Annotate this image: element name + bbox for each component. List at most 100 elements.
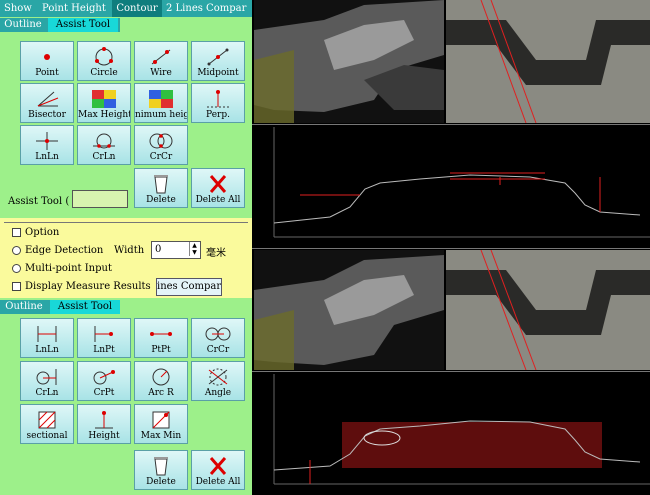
option-label: Option	[25, 227, 60, 238]
bisector-button[interactable]: Bisector	[20, 83, 74, 123]
height-button[interactable]: Height	[77, 404, 131, 444]
multipoint-radio[interactable]: Multi-point Input	[12, 263, 112, 274]
3d-view-bottom[interactable]	[254, 250, 444, 370]
line-line-button[interactable]: LnLn	[20, 125, 74, 165]
top-navigation: Show Point Height Contour 2 Lines Compar	[0, 0, 252, 17]
min-height-button[interactable]: nimum heig	[134, 83, 188, 123]
line-point-icon	[94, 326, 113, 342]
delete-button-2[interactable]: Delete	[134, 450, 188, 490]
lnpt-button[interactable]: LnPt	[77, 318, 131, 358]
nav-contour[interactable]: Contour	[112, 0, 162, 17]
max-height-label: Max Height	[78, 110, 130, 120]
delete-button-1[interactable]: Delete	[134, 168, 188, 208]
point-button[interactable]: Point	[20, 41, 74, 81]
crln-measure-label: CrLn	[35, 388, 59, 398]
multipoint-label: Multi-point Input	[25, 263, 112, 274]
options-panel: Option Edge Detection Width 0 ▲ ▼ 毫米 Mult…	[0, 218, 252, 298]
width-label: Width	[114, 245, 145, 256]
circle-line-button[interactable]: CrLn	[77, 125, 131, 165]
microscope-view-bottom[interactable]	[446, 250, 650, 370]
line-line-label: LnLn	[35, 152, 59, 162]
perpendicular-button[interactable]: Perp.	[191, 83, 245, 123]
crcr-measure-button[interactable]: CrCr	[191, 318, 245, 358]
circle-line-measure-icon	[36, 369, 57, 385]
arc-radius-button[interactable]: Arc R	[134, 361, 188, 401]
bisector-label: Bisector	[28, 110, 66, 120]
sectional-button[interactable]: sectional	[20, 404, 74, 444]
delete-label-2: Delete	[146, 477, 176, 487]
tab-outline-2[interactable]: Outline	[0, 300, 48, 314]
line-line-measure-icon	[37, 326, 57, 342]
angle-label: Angle	[204, 388, 232, 398]
max-height-icon	[92, 90, 116, 108]
sectional-label: sectional	[26, 431, 68, 441]
trash-icon	[154, 457, 168, 476]
tab-row-1: Outline Assist Tool	[0, 18, 120, 32]
circle-button[interactable]: Circle	[77, 41, 131, 81]
assist-tool-field[interactable]	[72, 190, 128, 208]
arc-radius-label: Arc R	[148, 388, 174, 398]
viewer-area	[252, 0, 650, 495]
circle-line-label: CrLn	[92, 152, 116, 162]
crln-measure-button[interactable]: CrLn	[20, 361, 74, 401]
profile-chart-bottom[interactable]	[270, 374, 650, 492]
tab-assist-tool-1[interactable]: Assist Tool	[48, 18, 118, 32]
ptpt-label: PtPt	[151, 345, 171, 355]
height-label: Height	[88, 431, 120, 441]
max-height-button[interactable]: Max Height	[77, 83, 131, 123]
delete-all-label-2: Delete All	[195, 477, 241, 487]
crpt-label: CrPt	[93, 388, 115, 398]
divider-middle	[252, 248, 650, 249]
3d-view-top[interactable]	[254, 0, 444, 123]
trash-icon	[154, 175, 168, 194]
lnln-measure-button[interactable]: LnLn	[20, 318, 74, 358]
circle-circle-button[interactable]: CrCr	[134, 125, 188, 165]
circle-icon	[95, 47, 113, 66]
midpoint-label: Midpoint	[197, 68, 239, 78]
point-icon	[44, 54, 50, 60]
perpendicular-icon	[207, 90, 229, 108]
nav-point-height[interactable]: Point Height	[42, 0, 108, 17]
wire-button[interactable]: Wire	[134, 41, 188, 81]
divider-bottom	[252, 371, 650, 372]
arc-radius-icon	[152, 368, 170, 386]
wire-label: Wire	[150, 68, 172, 78]
delete-all-button-1[interactable]: Delete All	[191, 168, 245, 208]
width-value: 0	[155, 244, 162, 255]
height-icon	[95, 411, 113, 429]
profile-chart-top[interactable]	[270, 127, 650, 247]
nav-show[interactable]: Show	[4, 0, 38, 17]
width-input[interactable]: 0 ▲ ▼	[151, 241, 201, 259]
delete-all-button-2[interactable]: Delete All	[191, 450, 245, 490]
min-height-label: nimum heig	[135, 110, 187, 120]
unit-label: 毫米	[206, 248, 226, 259]
microscope-view-top[interactable]	[446, 0, 650, 123]
circle-line-icon	[93, 133, 115, 149]
midpoint-button[interactable]: Midpoint	[191, 41, 245, 81]
display-results-label: Display Measure Results	[25, 281, 151, 292]
circle-label: Circle	[90, 68, 118, 78]
red-x-icon	[209, 175, 227, 193]
crpt-button[interactable]: CrPt	[77, 361, 131, 401]
edge-detection-label: Edge Detection	[25, 245, 104, 256]
max-min-label: Max Min	[140, 431, 182, 441]
tab-outline-1[interactable]: Outline	[0, 18, 46, 32]
edge-detection-radio[interactable]: Edge Detection	[12, 245, 103, 256]
width-spinner[interactable]: ▲ ▼	[189, 242, 199, 256]
display-results-checkbox[interactable]: Display Measure Results	[12, 281, 151, 292]
point-label: Point	[35, 68, 59, 78]
tab-assist-tool-2[interactable]: Assist Tool	[50, 300, 120, 314]
circle-point-icon	[93, 370, 115, 385]
max-min-icon	[152, 411, 170, 429]
circle-circle-measure-icon	[205, 327, 231, 341]
ptpt-button[interactable]: PtPt	[134, 318, 188, 358]
angle-button[interactable]: Angle	[191, 361, 245, 401]
line-line-icon	[36, 132, 58, 150]
lines-compare-button[interactable]: ines Compari	[156, 278, 222, 296]
midpoint-icon	[207, 48, 229, 66]
delete-label-1: Delete	[146, 195, 176, 205]
option-checkbox[interactable]: Option	[12, 227, 59, 238]
nav-2-lines-compare[interactable]: 2 Lines Compar	[166, 0, 252, 17]
max-min-button[interactable]: Max Min	[134, 404, 188, 444]
options-divider	[4, 222, 248, 223]
